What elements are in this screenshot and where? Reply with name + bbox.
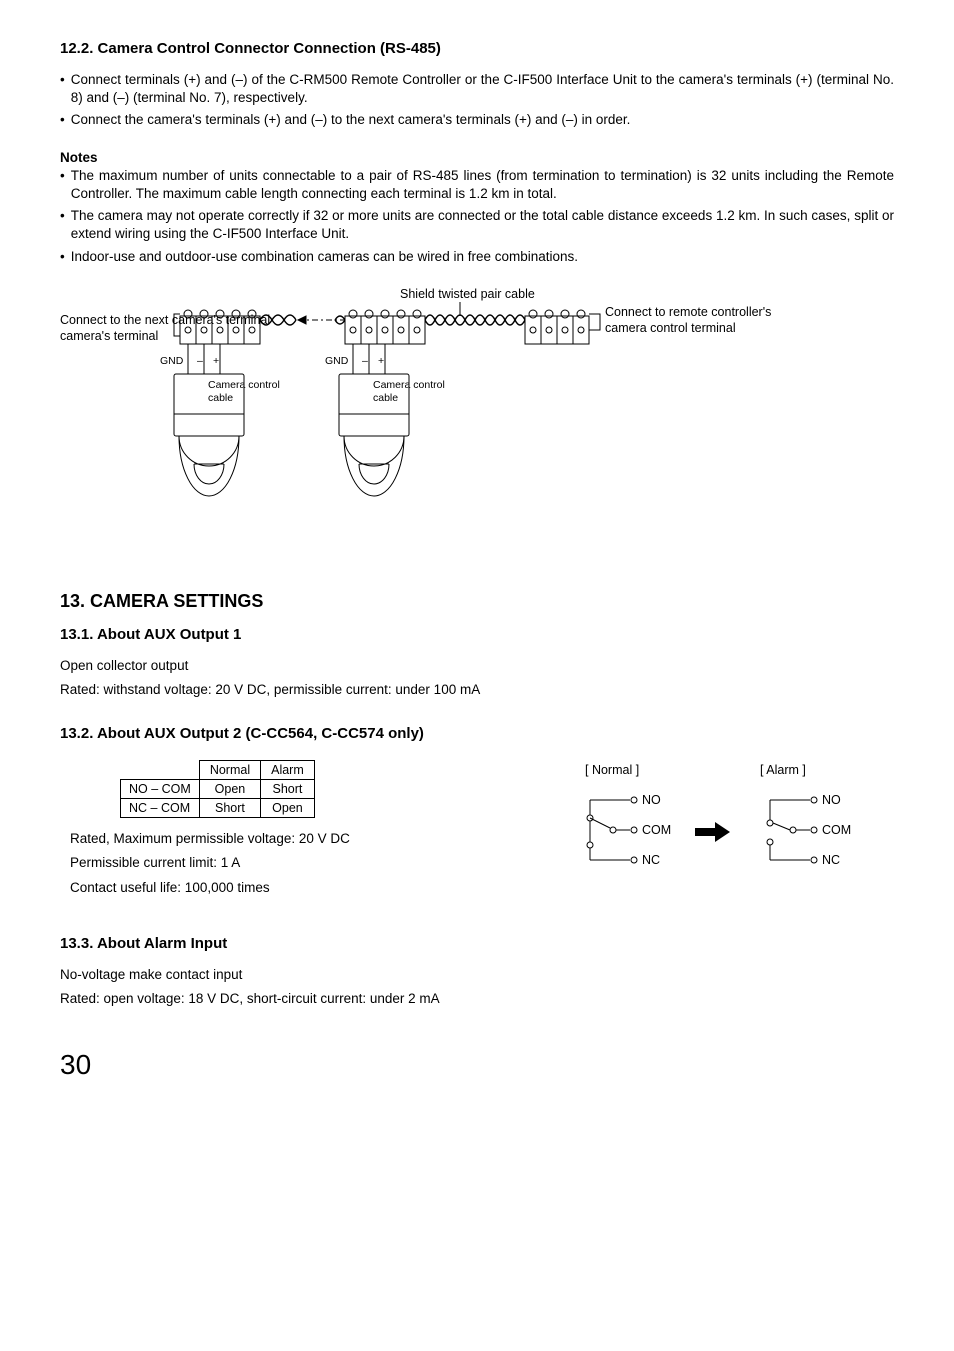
svg-text:NC: NC (822, 853, 840, 867)
heading-13-1: 13.1. About AUX Output 1 (60, 626, 894, 643)
cc-label-1b: cable (208, 392, 233, 404)
cc-label-2b: cable (373, 392, 398, 404)
bullet-text: Connect the camera's terminals (+) and (… (71, 111, 894, 129)
cell: Open (199, 780, 260, 799)
cell: Short (261, 780, 315, 799)
page-number: 30 (60, 1049, 894, 1081)
row-nc-com: NC – COM (121, 799, 200, 818)
normal-title: [ Normal ] (585, 763, 639, 777)
heading-13-3: 13.3. About Alarm Input (60, 935, 894, 952)
col-normal: Normal (199, 761, 260, 780)
minus-1: – (197, 355, 203, 367)
label-shield: Shield twisted pair cable (400, 287, 535, 301)
alarm-title: [ Alarm ] (760, 763, 806, 777)
spec-line: Rated, Maximum permissible voltage: 20 V… (70, 830, 490, 848)
bullets-12-2: •Connect terminals (+) and (–) of the C-… (60, 71, 894, 130)
plus-2: + (378, 355, 384, 367)
svg-text:NC: NC (642, 853, 660, 867)
terminal-block-right (525, 310, 589, 344)
svg-text:NO: NO (822, 793, 841, 807)
heading-13: 13. CAMERA SETTINGS (60, 591, 894, 612)
svg-text:COM: COM (642, 823, 671, 837)
label-connect-next-1: Connect to the next camera's terminal (60, 313, 270, 327)
plus-1: + (213, 355, 219, 367)
arrow-icon (695, 822, 730, 842)
alarm-relay: NO COM NC (767, 793, 851, 867)
svg-text:NO: NO (642, 793, 661, 807)
text-13-3-line1: No-voltage make contact input (60, 966, 894, 984)
gnd-label-1: GND (160, 355, 184, 367)
label-connect-remote-1: Connect to remote controller's (605, 305, 771, 319)
text-13-1-line1: Open collector output (60, 657, 894, 675)
terminal-block-middle (345, 310, 425, 344)
normal-relay: NO COM NC (587, 793, 671, 867)
bullet-dot: • (60, 167, 71, 203)
text-13-1-line2: Rated: withstand voltage: 20 V DC, permi… (60, 681, 894, 699)
aux-output-table: Normal Alarm NO – COM Open Short NC – CO… (120, 760, 315, 818)
gnd-label-2: GND (325, 355, 349, 367)
note-text: The camera may not operate correctly if … (71, 207, 894, 243)
bullet-dot: • (60, 111, 71, 129)
bullet-text: Connect terminals (+) and (–) of the C-R… (71, 71, 894, 107)
text-13-3-line2: Rated: open voltage: 18 V DC, short-circ… (60, 990, 894, 1008)
note-text: The maximum number of units connectable … (71, 167, 894, 203)
cell: Open (261, 799, 315, 818)
svg-text:COM: COM (822, 823, 851, 837)
label-connect-remote-2: camera control terminal (605, 321, 736, 335)
spec-line: Contact useful life: 100,000 times (70, 879, 490, 897)
label-connect-next-2: camera's terminal (60, 329, 158, 343)
relay-diagram: .lbl{font:12.5px Arial,sans-serif;} [ No… (530, 760, 894, 905)
col-alarm: Alarm (261, 761, 315, 780)
minus-2: – (362, 355, 368, 367)
wiring-diagram: .lbl { font: 12.5px Arial, sans-serif; }… (60, 286, 894, 551)
heading-13-2: 13.2. About AUX Output 2 (C-CC564, C-CC5… (60, 725, 894, 742)
notes-list: •The maximum number of units connectable… (60, 167, 894, 266)
notes-heading: Notes (60, 150, 894, 165)
bullet-dot: • (60, 248, 71, 266)
bullet-dot: • (60, 207, 71, 243)
heading-12-2: 12.2. Camera Control Connector Connectio… (60, 40, 894, 57)
note-text: Indoor-use and outdoor-use combination c… (71, 248, 894, 266)
spec-line: Permissible current limit: 1 A (70, 854, 490, 872)
cell: Short (199, 799, 260, 818)
twisted-pair-long (425, 315, 525, 325)
row-no-com: NO – COM (121, 780, 200, 799)
bullet-dot: • (60, 71, 71, 107)
